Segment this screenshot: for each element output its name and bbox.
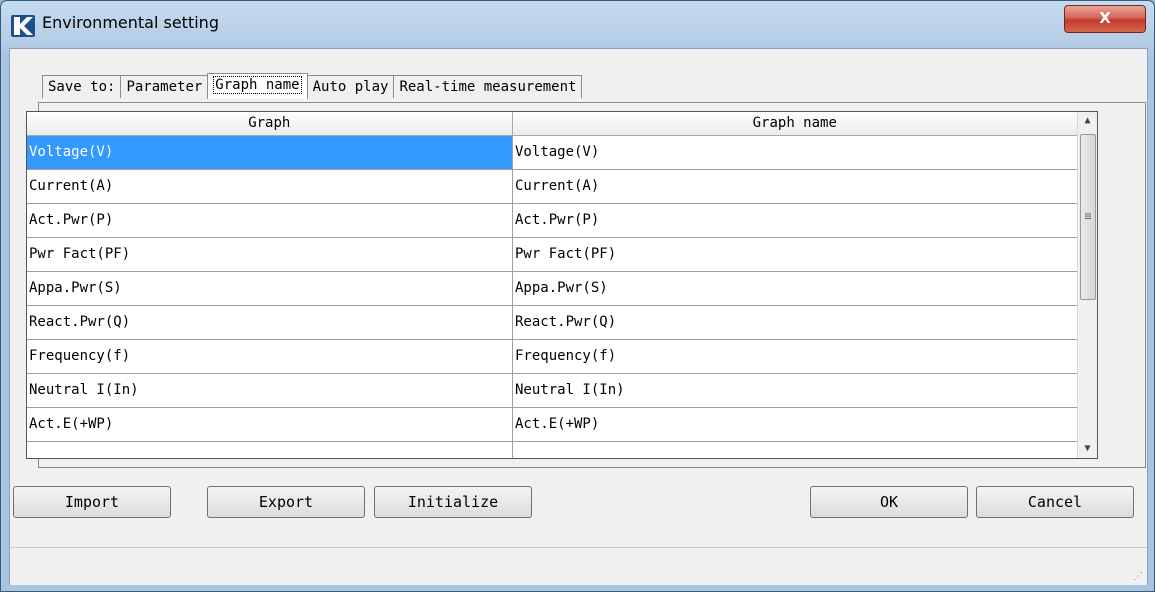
- graph-cell[interactable]: [27, 442, 513, 458]
- column-header-graph[interactable]: Graph: [27, 112, 513, 135]
- table-row[interactable]: Pwr Fact(PF) Pwr Fact(PF): [27, 238, 1078, 272]
- graph-cell[interactable]: Act.E(+WP): [27, 408, 513, 441]
- ok-button[interactable]: OK: [810, 486, 968, 518]
- grip-lines-icon: ≡: [1084, 209, 1092, 223]
- status-bar: ⋰: [10, 547, 1147, 585]
- table-row[interactable]: [27, 442, 1078, 458]
- import-button[interactable]: Import: [13, 486, 171, 518]
- table-row[interactable]: Act.Pwr(P) Act.Pwr(P): [27, 204, 1078, 238]
- export-button[interactable]: Export: [207, 486, 365, 518]
- cancel-button[interactable]: Cancel: [976, 486, 1134, 518]
- close-button[interactable]: X: [1064, 5, 1146, 33]
- graph-cell[interactable]: Neutral I(In): [27, 374, 513, 407]
- table-row[interactable]: React.Pwr(Q) React.Pwr(Q): [27, 306, 1078, 340]
- tab-graph-name[interactable]: Graph name: [207, 73, 308, 99]
- graph-cell[interactable]: Frequency(f): [27, 340, 513, 373]
- graph-name-cell[interactable]: Voltage(V): [513, 136, 1078, 169]
- tab-parameter[interactable]: Parameter: [120, 75, 209, 98]
- tab-strip: Save to: Parameter Graph name Auto play …: [42, 73, 583, 99]
- graph-name-cell[interactable]: Pwr Fact(PF): [513, 238, 1078, 271]
- table-header: Graph Graph name: [27, 112, 1078, 136]
- dialog-window: Environmental setting X Save to: Paramet…: [0, 0, 1155, 592]
- graph-name-cell[interactable]: [513, 442, 1078, 458]
- vertical-scrollbar[interactable]: ▲ ≡ ▼: [1077, 112, 1097, 458]
- graph-cell[interactable]: React.Pwr(Q): [27, 306, 513, 339]
- table-row[interactable]: Appa.Pwr(S) Appa.Pwr(S): [27, 272, 1078, 306]
- table-row[interactable]: Frequency(f) Frequency(f): [27, 340, 1078, 374]
- app-logo-icon: [11, 15, 35, 37]
- title-bar[interactable]: Environmental setting X: [1, 1, 1154, 47]
- window-title: Environmental setting: [42, 13, 219, 32]
- graph-name-table: Graph Graph name Voltage(V) Voltage(V) Cu…: [26, 111, 1098, 459]
- table-body: Voltage(V) Voltage(V) Current(A) Current(A…: [27, 136, 1078, 458]
- graph-name-cell[interactable]: Current(A): [513, 170, 1078, 203]
- tab-save-to[interactable]: Save to:: [42, 75, 122, 98]
- tab-graph-name-label: Graph name: [213, 76, 302, 94]
- graph-name-cell[interactable]: Frequency(f): [513, 340, 1078, 373]
- scroll-up-arrow-icon[interactable]: ▲: [1078, 112, 1097, 130]
- scroll-down-arrow-icon[interactable]: ▼: [1078, 440, 1097, 458]
- dialog-client-area: Save to: Parameter Graph name Auto play …: [9, 48, 1148, 585]
- scrollbar-thumb[interactable]: ≡: [1080, 134, 1096, 300]
- graph-cell[interactable]: Pwr Fact(PF): [27, 238, 513, 271]
- graph-cell[interactable]: Voltage(V): [27, 136, 513, 169]
- table-row[interactable]: Neutral I(In) Neutral I(In): [27, 374, 1078, 408]
- graph-name-cell[interactable]: Act.E(+WP): [513, 408, 1078, 441]
- graph-cell[interactable]: Current(A): [27, 170, 513, 203]
- tab-auto-play[interactable]: Auto play: [306, 75, 395, 98]
- table-row[interactable]: Current(A) Current(A): [27, 170, 1078, 204]
- graph-cell[interactable]: Act.Pwr(P): [27, 204, 513, 237]
- graph-name-cell[interactable]: Appa.Pwr(S): [513, 272, 1078, 305]
- resize-grip-icon[interactable]: ⋰: [1133, 571, 1143, 582]
- graph-name-cell[interactable]: Neutral I(In): [513, 374, 1078, 407]
- tab-real-time-measurement[interactable]: Real-time measurement: [393, 75, 583, 98]
- column-header-graph-name[interactable]: Graph name: [512, 112, 1078, 135]
- graph-name-cell[interactable]: React.Pwr(Q): [513, 306, 1078, 339]
- table-row[interactable]: Voltage(V) Voltage(V): [27, 136, 1078, 170]
- table-row[interactable]: Act.E(+WP) Act.E(+WP): [27, 408, 1078, 442]
- graph-cell[interactable]: Appa.Pwr(S): [27, 272, 513, 305]
- graph-name-cell[interactable]: Act.Pwr(P): [513, 204, 1078, 237]
- initialize-button[interactable]: Initialize: [374, 486, 532, 518]
